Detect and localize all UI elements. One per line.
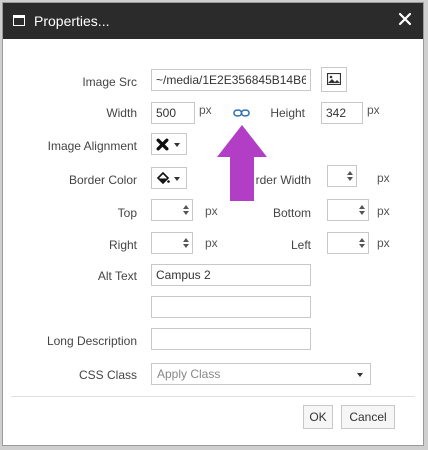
dialog-title: Properties... xyxy=(34,13,110,29)
spin-down-icon[interactable] xyxy=(183,211,189,215)
width-label: Width xyxy=(106,106,137,120)
right-spinner[interactable] xyxy=(151,232,193,254)
left-label: Left xyxy=(290,238,311,252)
cancel-button[interactable]: Cancel xyxy=(341,405,395,429)
image-alignment-label: Image Alignment xyxy=(47,139,137,153)
link-chain-icon[interactable] xyxy=(233,109,250,117)
css-class-select[interactable]: Apply Class xyxy=(151,363,371,385)
close-icon[interactable] xyxy=(397,11,413,27)
browse-image-button[interactable] xyxy=(321,67,347,92)
css-class-placeholder: Apply Class xyxy=(157,367,221,381)
top-label: Top xyxy=(117,206,137,220)
chevron-down-icon xyxy=(174,177,180,181)
long-description-input[interactable] xyxy=(151,328,311,350)
bottom-spinner[interactable] xyxy=(327,199,369,221)
bottom-label: Bottom xyxy=(272,206,311,220)
spin-down-icon[interactable] xyxy=(347,177,353,181)
border-color-label: Border Color xyxy=(68,173,137,187)
right-unit: px xyxy=(205,236,218,250)
image-alignment-dropdown[interactable] xyxy=(151,133,187,155)
right-label: Right xyxy=(108,238,137,252)
bottom-unit: px xyxy=(377,204,390,218)
height-unit: px xyxy=(367,103,380,117)
width-unit: px xyxy=(199,103,212,117)
width-input[interactable] xyxy=(151,102,195,124)
alt-text-input-2[interactable] xyxy=(151,296,311,318)
spin-down-icon[interactable] xyxy=(359,211,365,215)
left-spinner[interactable] xyxy=(327,232,369,254)
x-mark-icon xyxy=(156,138,169,151)
left-unit: px xyxy=(377,236,390,250)
border-color-dropdown[interactable] xyxy=(151,167,187,189)
height-label: Height xyxy=(270,106,305,120)
title-bar: Properties... xyxy=(3,3,423,39)
image-src-label: Image Src xyxy=(82,75,137,89)
image-icon xyxy=(327,73,341,85)
image-src-input[interactable] xyxy=(151,69,311,91)
properties-dialog: Properties... Image Src Width px Height … xyxy=(2,2,424,446)
chevron-down-icon xyxy=(174,143,180,147)
paint-bucket-icon xyxy=(156,172,170,184)
alt-text-input[interactable] xyxy=(151,264,311,286)
spin-up-icon[interactable] xyxy=(359,238,365,242)
height-input[interactable] xyxy=(321,102,363,124)
border-width-spinner[interactable] xyxy=(327,165,357,187)
spin-down-icon[interactable] xyxy=(183,244,189,248)
spin-up-icon[interactable] xyxy=(347,171,353,175)
chevron-down-icon xyxy=(357,373,363,377)
spin-down-icon[interactable] xyxy=(359,244,365,248)
top-spinner[interactable] xyxy=(151,199,193,221)
spin-up-icon[interactable] xyxy=(359,205,365,209)
long-description-label: Long Description xyxy=(46,334,137,348)
spin-up-icon[interactable] xyxy=(183,205,189,209)
arrow-up-icon xyxy=(217,125,267,201)
ok-button[interactable]: OK xyxy=(303,405,333,429)
border-width-unit: px xyxy=(377,171,390,185)
alt-text-label: Alt Text xyxy=(97,269,137,283)
top-unit: px xyxy=(205,204,218,218)
css-class-label: CSS Class xyxy=(78,368,137,382)
window-icon xyxy=(13,15,25,26)
spin-up-icon[interactable] xyxy=(183,238,189,242)
footer-divider xyxy=(11,396,415,397)
